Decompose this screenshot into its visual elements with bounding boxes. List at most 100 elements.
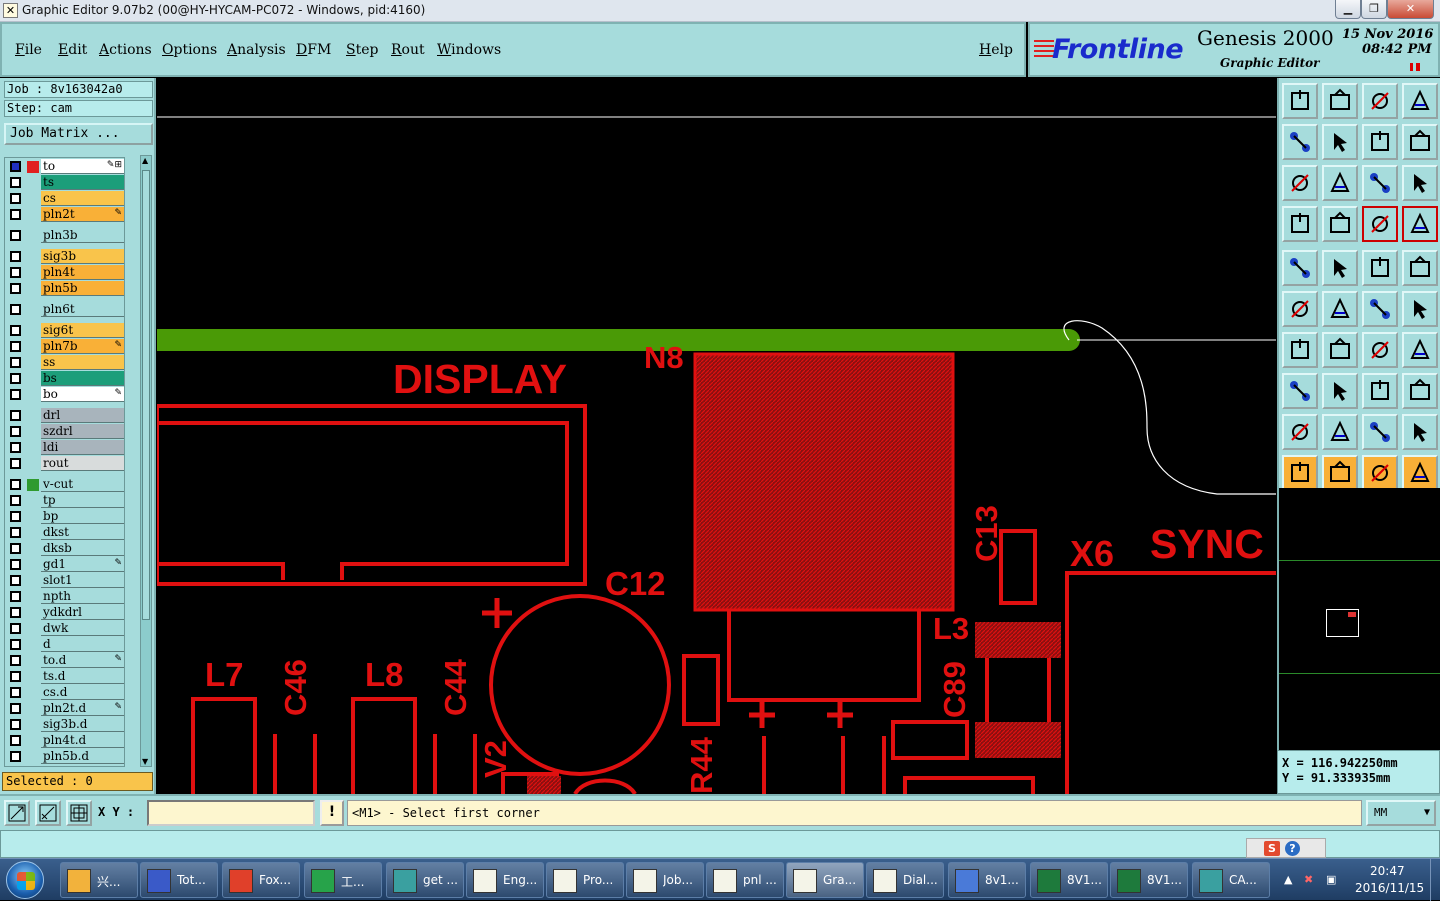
scroll-up-icon[interactable]: ▲ — [142, 156, 148, 165]
layer-row[interactable]: cs — [5, 191, 126, 206]
layer-row[interactable]: bs — [5, 371, 126, 386]
menu-file[interactable]: File — [15, 42, 42, 58]
network-icon[interactable]: ▣ — [1326, 873, 1336, 886]
layer-checkbox[interactable] — [10, 751, 21, 762]
layer-checkbox[interactable] — [10, 495, 21, 506]
sogou-s-icon[interactable]: S — [1264, 841, 1280, 856]
menu-options[interactable]: Options — [162, 42, 217, 58]
show-desktop-button[interactable] — [1430, 859, 1440, 901]
group-button[interactable] — [1402, 373, 1438, 409]
layer-name[interactable]: npth — [41, 589, 124, 604]
layer-row[interactable]: pln3b — [5, 228, 126, 243]
layer-checkbox[interactable] — [10, 410, 21, 421]
taskbar-item[interactable]: 8v1... — [948, 862, 1026, 898]
layer-name[interactable]: pln3b — [41, 228, 124, 243]
menu-actions[interactable]: Actions — [99, 42, 152, 58]
layer-checkbox[interactable] — [10, 687, 21, 698]
tray-flag-icon[interactable]: ✖ — [1304, 873, 1313, 886]
menu-help[interactable]: Help — [979, 42, 1013, 58]
layer-row[interactable]: ss — [5, 355, 126, 370]
layer-list[interactable]: to ✎⊞ ts cs pln2t ✎ pln3b sig3b pln4t pln5b pln6t s… — [4, 157, 125, 767]
properties-button[interactable] — [1282, 206, 1318, 242]
layer-checkbox[interactable] — [10, 719, 21, 730]
layer-name[interactable]: pln5b.d — [41, 749, 124, 764]
layer-name[interactable]: dksb — [41, 541, 124, 556]
layer-checkbox[interactable] — [10, 267, 21, 278]
layer-checkbox[interactable] — [10, 283, 21, 294]
layer-row[interactable]: ts — [5, 175, 126, 190]
layer-checkbox[interactable] — [10, 623, 21, 634]
grid-button[interactable] — [66, 800, 92, 826]
layer-row[interactable]: rout — [5, 456, 126, 471]
taskbar-item[interactable]: 8V1... — [1110, 862, 1188, 898]
layer-row[interactable]: to.d ✎ — [5, 653, 126, 668]
layer-name[interactable]: drl — [41, 408, 124, 423]
layer-name[interactable]: tp — [41, 493, 124, 508]
polygon-button[interactable] — [1322, 250, 1358, 286]
zoom-window-button[interactable] — [4, 800, 30, 826]
layer-row[interactable]: pln2t ✎ — [5, 207, 126, 222]
triangle-blue-button[interactable] — [1402, 414, 1438, 450]
layer-checkbox[interactable] — [10, 655, 21, 666]
layer-checkbox[interactable] — [10, 527, 21, 538]
save-button[interactable] — [1322, 83, 1358, 119]
layer-row[interactable]: ldi — [5, 440, 126, 455]
clock-date[interactable]: 2016/11/15 — [1355, 881, 1424, 895]
layer-row[interactable]: sig6t — [5, 323, 126, 338]
connect-alt-button[interactable] — [1402, 291, 1438, 327]
layer-name[interactable]: ts.d — [41, 669, 124, 684]
layer-checkbox[interactable] — [10, 357, 21, 368]
layer-row[interactable]: bo ✎ — [5, 387, 126, 402]
help-icon[interactable]: ? — [1285, 841, 1300, 856]
layer-row[interactable]: dwk — [5, 621, 126, 636]
layer-row[interactable]: dkst — [5, 525, 126, 540]
angle-button[interactable] — [1282, 332, 1318, 368]
layer-row[interactable]: pln2t.d ✎ — [5, 701, 126, 716]
layer-name[interactable]: dwk — [41, 621, 124, 636]
layer-row[interactable]: v-cut — [5, 477, 126, 492]
layers-red-button[interactable] — [1362, 206, 1398, 242]
layer-checkbox[interactable] — [10, 671, 21, 682]
close-button[interactable]: ✕ — [1387, 0, 1434, 19]
layer-row[interactable]: pln6t — [5, 302, 126, 317]
pause-icon[interactable] — [1410, 63, 1420, 71]
layer-checkbox[interactable] — [10, 325, 21, 336]
layer-row[interactable]: npth — [5, 589, 126, 604]
pad-button[interactable] — [1402, 250, 1438, 286]
menu-windows[interactable]: Windows — [437, 42, 501, 58]
graphic-canvas[interactable]: DISPLAY N8 C12 C13 X6 SYNC L3 C89 L7 C46… — [157, 78, 1276, 794]
menu-analysis[interactable]: Analysis — [227, 42, 286, 58]
add-pad-button[interactable] — [1282, 373, 1318, 409]
taskbar-item[interactable]: Tot... — [140, 862, 218, 898]
route-button[interactable] — [1402, 455, 1438, 491]
layer-name[interactable]: slot1 — [41, 573, 124, 588]
layer-checkbox[interactable] — [10, 209, 21, 220]
undo-arc-button[interactable] — [1362, 332, 1398, 368]
zoom-fit-button[interactable] — [1282, 165, 1318, 201]
maximize-button[interactable]: ❐ — [1361, 0, 1387, 19]
net-button[interactable] — [1282, 291, 1318, 327]
triangle-button[interactable] — [1282, 414, 1318, 450]
scroll-down-icon[interactable]: ▼ — [142, 757, 148, 766]
layer-row[interactable]: drl — [5, 408, 126, 423]
layer-name[interactable]: rout — [41, 456, 124, 471]
split-button[interactable] — [1322, 373, 1358, 409]
home-button[interactable] — [1362, 83, 1398, 119]
layer-checkbox[interactable] — [10, 735, 21, 746]
layer-scrollbar[interactable]: ▲ ▼ — [140, 155, 152, 767]
connect-button[interactable] — [1362, 291, 1398, 327]
line-button[interactable] — [1322, 332, 1358, 368]
layer-row[interactable]: szdrl — [5, 424, 126, 439]
job-matrix-button[interactable]: Job Matrix ... — [4, 123, 153, 145]
rotate-button[interactable] — [1402, 124, 1438, 160]
layer-name[interactable]: cs.d — [41, 685, 124, 700]
layer-name[interactable]: sig6t — [41, 323, 124, 338]
layer-checkbox[interactable] — [10, 703, 21, 714]
layer-checkbox[interactable] — [10, 341, 21, 352]
layer-name[interactable]: d — [41, 637, 124, 652]
layer-row[interactable]: ydkdrl — [5, 605, 126, 620]
layer-name[interactable]: pln2t — [41, 207, 124, 222]
taskbar-item[interactable]: get ... — [386, 862, 464, 898]
import-button[interactable] — [1282, 124, 1318, 160]
layer-checkbox[interactable] — [10, 193, 21, 204]
